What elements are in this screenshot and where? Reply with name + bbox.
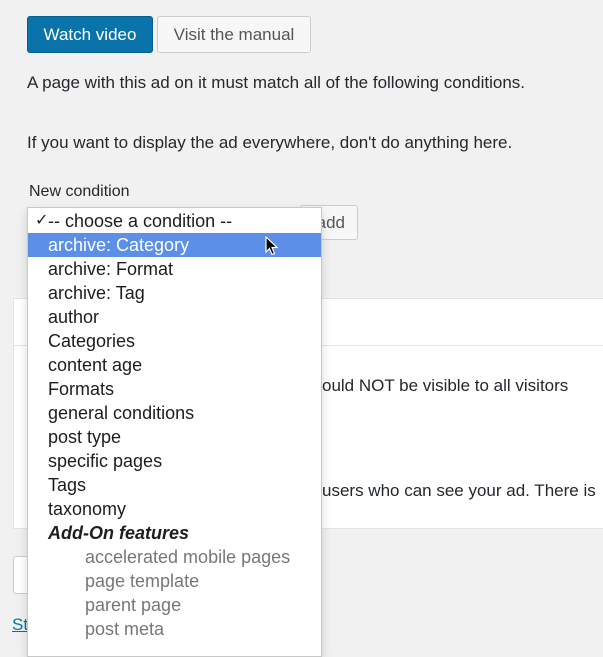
visit-manual-button[interactable]: Visit the manual (157, 16, 311, 53)
visitor-warning-text: ould NOT be visible to all visitors (322, 376, 569, 395)
dropdown-option[interactable]: author (28, 305, 321, 329)
condition-dropdown-list[interactable]: ✓ -- choose a condition -- archive: Cate… (27, 207, 322, 657)
dropdown-option-label: accelerated mobile pages (85, 547, 291, 567)
dropdown-option-label: archive: Category (48, 235, 190, 255)
dropdown-option[interactable]: Formats (28, 377, 321, 401)
conditions-description: A page with this ad on it must match all… (27, 73, 525, 92)
dropdown-addon-option[interactable]: parent page (28, 593, 321, 617)
dropdown-option[interactable]: Categories (28, 329, 321, 353)
dropdown-option-label: Categories (48, 331, 136, 351)
dropdown-option-label: page template (85, 571, 200, 591)
dropdown-option[interactable]: Tags (28, 473, 321, 497)
dropdown-addon-option[interactable]: accelerated mobile pages (28, 545, 321, 569)
dropdown-option[interactable]: specific pages (28, 449, 321, 473)
dropdown-option-label: Formats (48, 379, 115, 399)
dropdown-option-label: Tags (48, 475, 87, 495)
dropdown-option[interactable]: archive: Format (28, 257, 321, 281)
dropdown-option-label: archive: Format (48, 259, 174, 279)
dropdown-option[interactable]: general conditions (28, 401, 321, 425)
dropdown-option-selected[interactable]: ✓ -- choose a condition -- (28, 209, 321, 233)
dropdown-optgroup-label: Add-On features (28, 521, 321, 545)
checkmark-icon: ✓ (35, 212, 49, 229)
dropdown-option-label: post type (48, 427, 122, 447)
dropdown-option-label: post meta (85, 619, 165, 639)
dropdown-addon-option[interactable]: post meta (28, 617, 321, 641)
dropdown-option[interactable]: content age (28, 353, 321, 377)
dropdown-option-label: content age (48, 355, 143, 375)
dropdown-option-label: archive: Tag (48, 283, 145, 303)
dropdown-option-label: author (48, 307, 100, 327)
new-condition-label: New condition (29, 183, 130, 200)
dropdown-option[interactable]: taxonomy (28, 497, 321, 521)
dropdown-option-label: general conditions (48, 403, 195, 423)
bottom-link[interactable]: St (12, 615, 28, 635)
display-everywhere-hint: If you want to display the ad everywhere… (27, 133, 513, 152)
dropdown-group-label: Add-On features (48, 523, 190, 543)
watch-video-button[interactable]: Watch video (27, 16, 153, 53)
dropdown-option[interactable]: archive: Tag (28, 281, 321, 305)
dropdown-option-label: specific pages (48, 451, 163, 471)
mouse-pointer-icon (265, 236, 279, 256)
dropdown-option[interactable]: post type (28, 425, 321, 449)
dropdown-option-label: -- choose a condition -- (48, 211, 233, 231)
dropdown-option-label: parent page (85, 595, 182, 615)
dropdown-option-label: taxonomy (48, 499, 127, 519)
visitor-info-text: users who can see your ad. There is (322, 481, 596, 500)
dropdown-addon-option[interactable]: page template (28, 569, 321, 593)
